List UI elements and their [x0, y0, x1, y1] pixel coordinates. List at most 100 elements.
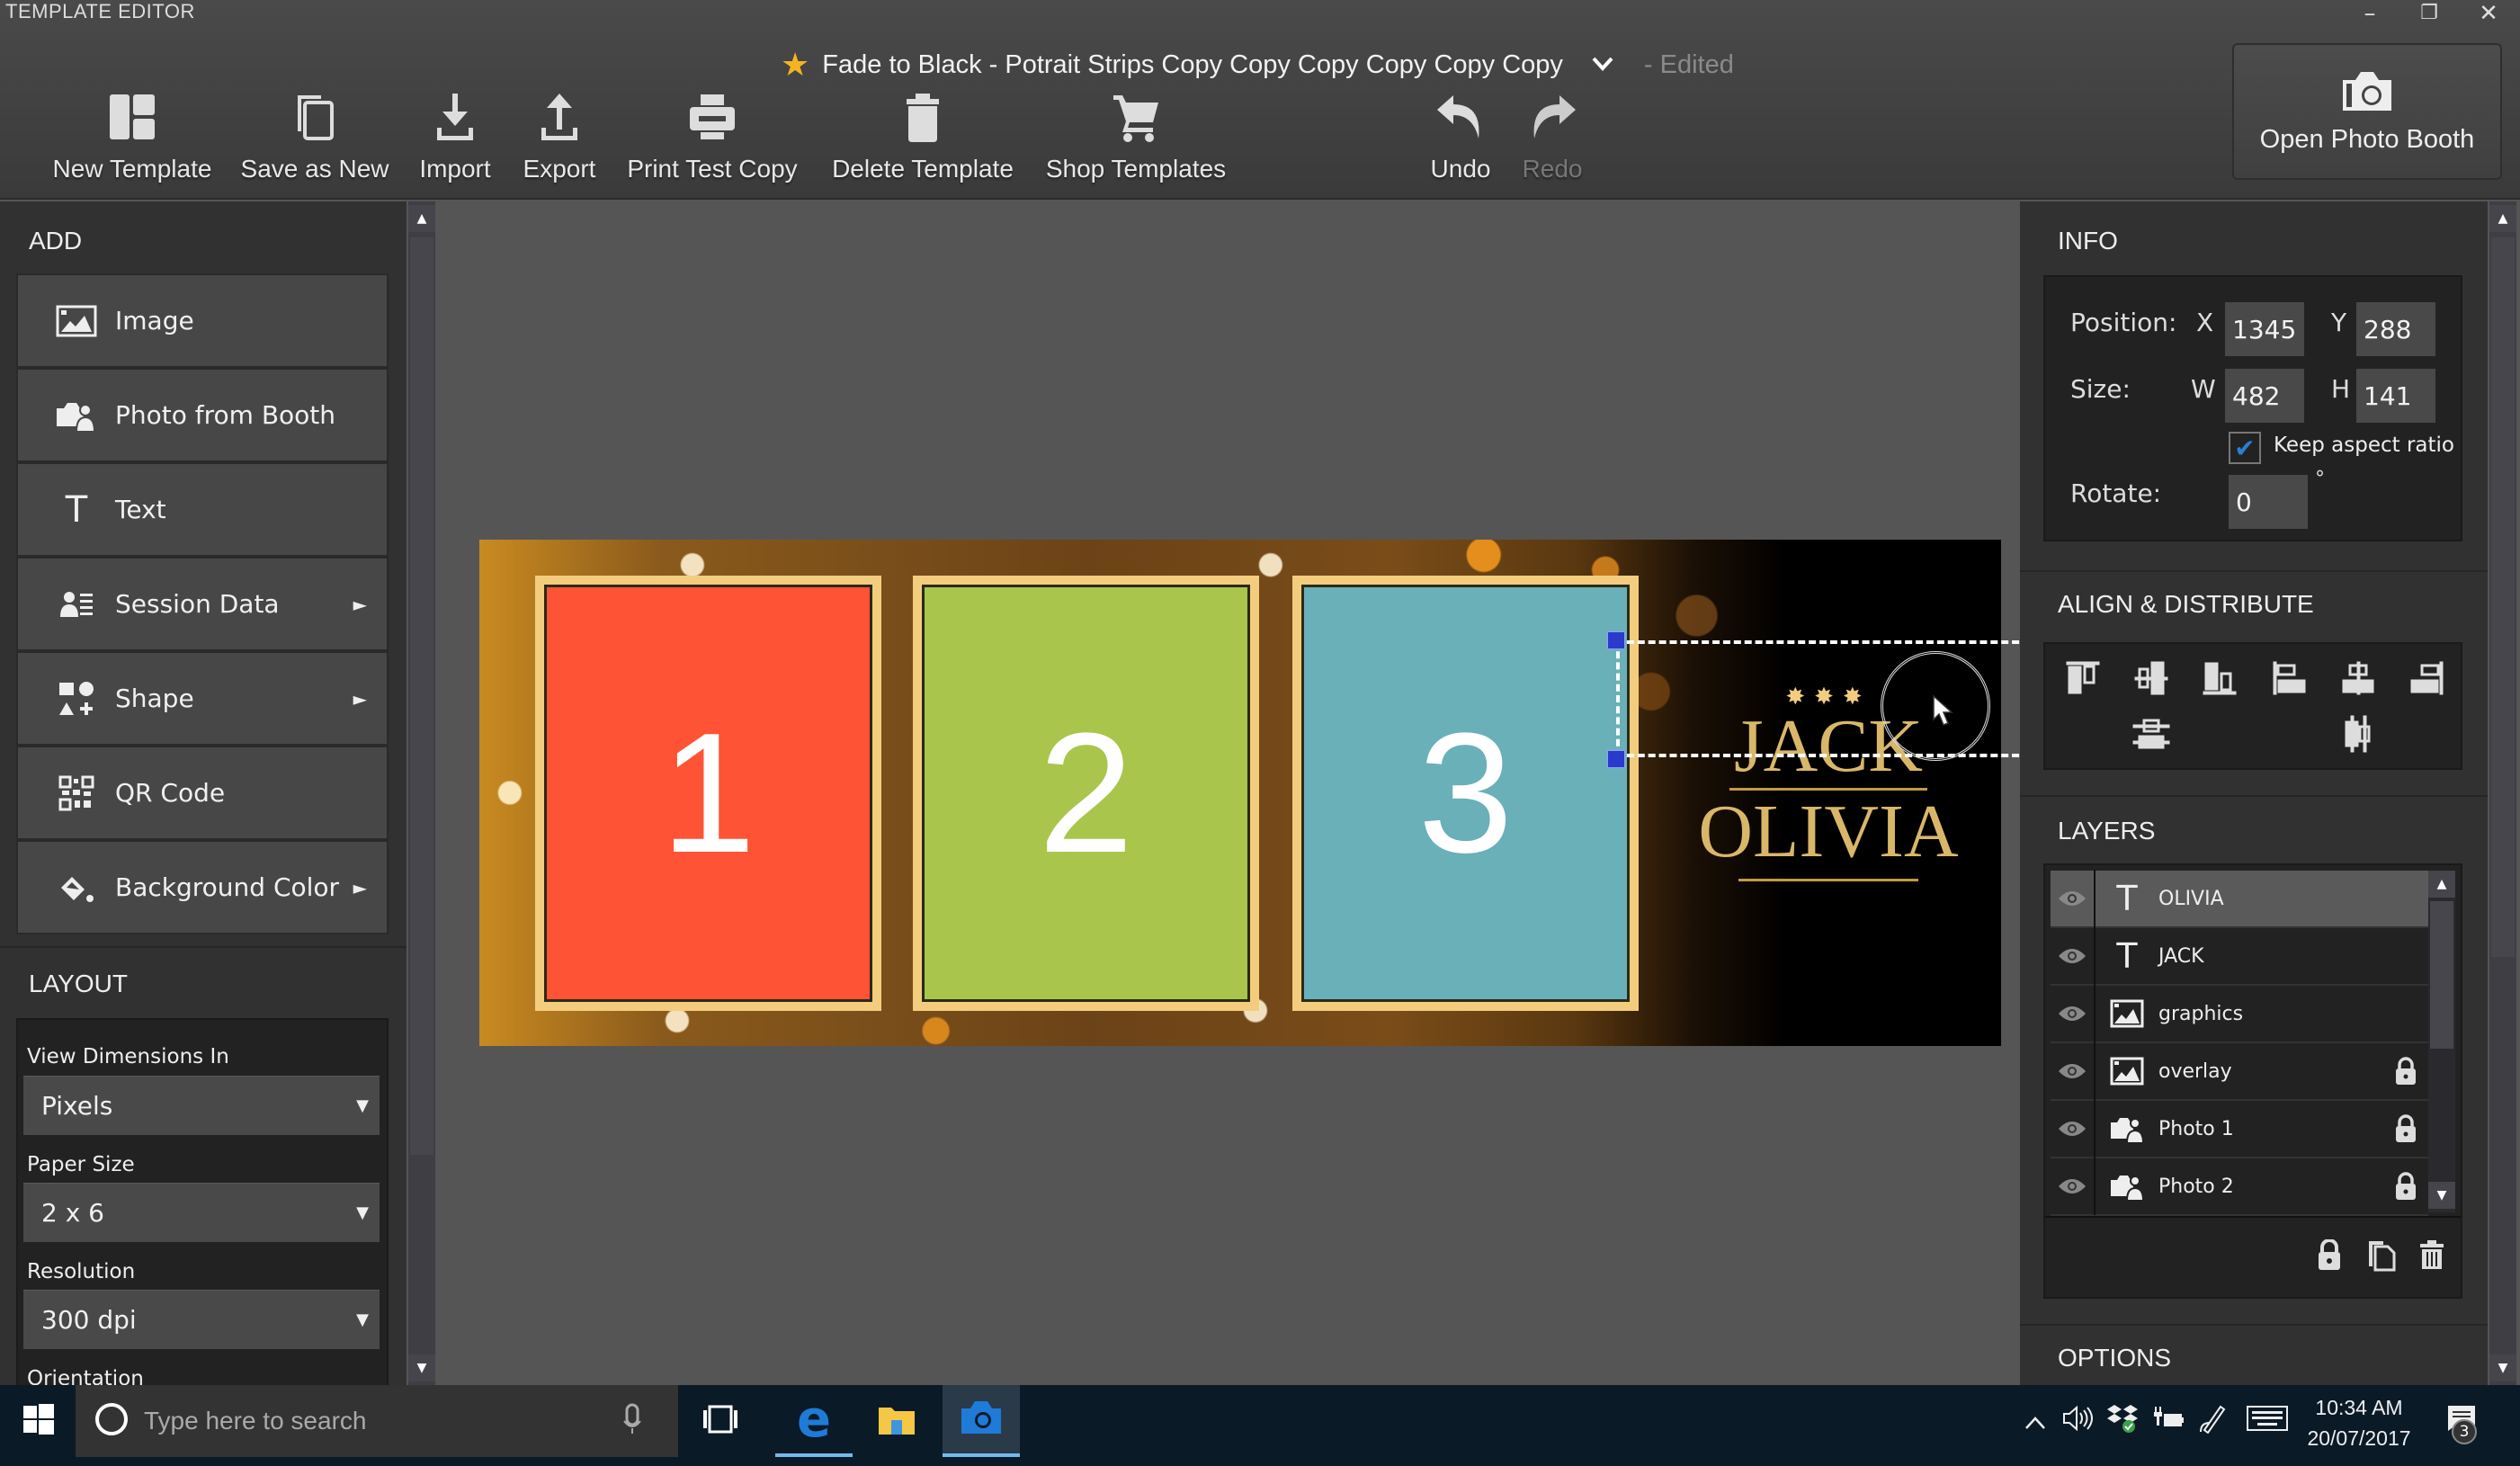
lock-layer-button[interactable] [2311, 1238, 2347, 1277]
save-as-new-button[interactable]: Save as New [236, 90, 394, 189]
edge-taskbar-button[interactable]: e [775, 1385, 853, 1457]
align-vertical-center-button[interactable] [2124, 655, 2178, 705]
scroll-down-button[interactable]: ▼ [2428, 1182, 2455, 1209]
layer-row[interactable]: Photo 2 [2051, 1158, 2428, 1216]
scroll-up-button[interactable]: ▲ [2489, 205, 2516, 232]
shop-templates-button[interactable]: Shop Templates [1041, 90, 1230, 189]
task-view-button[interactable] [682, 1385, 759, 1457]
photo-slot-3[interactable]: 3 [1292, 576, 1639, 1011]
add-shape-button[interactable]: Shape ► [16, 651, 389, 746]
microphone-icon[interactable] [622, 1403, 642, 1439]
add-image-button[interactable]: Image [16, 273, 389, 368]
visibility-eye-icon[interactable] [2051, 985, 2096, 1042]
chevron-down-icon: ▼ [356, 1310, 369, 1329]
minimize-button[interactable]: – [2347, 0, 2392, 27]
resize-handle-bottom-left[interactable] [1607, 750, 1625, 768]
print-test-copy-button[interactable]: Print Test Copy [622, 90, 802, 189]
layer-row[interactable]: Photo 1 [2051, 1100, 2428, 1158]
align-left-button[interactable] [2263, 655, 2317, 705]
taskbar-clock[interactable]: 10:34 AM 20/07/2017 [2301, 1392, 2417, 1453]
close-button[interactable]: ✕ [2466, 0, 2511, 27]
scroll-down-button[interactable]: ▼ [2489, 1354, 2516, 1381]
photo-slot-2[interactable]: 2 [913, 576, 1259, 1011]
distribute-vertical-button[interactable] [2124, 711, 2178, 761]
star-icon[interactable]: ★ [781, 46, 809, 84]
text-icon: T [2116, 879, 2138, 918]
template-strip[interactable]: 1 2 3 ✸✸✸ JACK OLIVIA [479, 540, 2001, 1046]
layer-row[interactable]: T OLIVIA [2051, 870, 2428, 928]
duplicate-layer-button[interactable] [2364, 1238, 2399, 1277]
lock-icon[interactable] [2383, 1114, 2428, 1143]
align-right-button[interactable] [2399, 655, 2453, 705]
open-photo-booth-button[interactable]: Open Photo Booth [2232, 43, 2502, 180]
scroll-thumb[interactable] [2491, 237, 2515, 957]
resize-handle-top-left[interactable] [1607, 631, 1625, 649]
align-bottom-button[interactable] [2193, 655, 2247, 705]
scroll-up-button[interactable]: ▲ [408, 205, 435, 232]
distribute-horizontal-button[interactable] [2331, 711, 2385, 761]
delete-layer-button[interactable] [2414, 1238, 2450, 1277]
import-button[interactable]: Import [410, 90, 500, 189]
lock-icon[interactable] [2383, 1057, 2428, 1086]
shop-templates-label: Shop Templates [1045, 155, 1227, 183]
volume-button[interactable] [2060, 1394, 2096, 1448]
search-placeholder: Type here to search [144, 1407, 367, 1435]
dropbox-button[interactable] [2104, 1394, 2140, 1448]
visibility-eye-icon[interactable] [2051, 1158, 2096, 1215]
layers-scrollbar[interactable]: ▲ ▼ [2428, 871, 2455, 1212]
image-icon [54, 303, 99, 339]
visibility-eye-icon[interactable] [2051, 1042, 2096, 1100]
paper-size-label: Paper Size [27, 1153, 135, 1176]
undo-button[interactable]: Undo [1416, 90, 1506, 189]
layer-row[interactable]: overlay [2051, 1042, 2428, 1101]
lock-icon[interactable] [2383, 1172, 2428, 1201]
restore-button[interactable]: ❐ [2407, 2, 2452, 24]
taskbar-search-box[interactable]: Type here to search [76, 1385, 678, 1457]
start-button[interactable] [0, 1385, 77, 1457]
text-layer-olivia[interactable]: OLIVIA [1693, 794, 1963, 870]
size-w-input[interactable]: 482 [2225, 369, 2304, 423]
design-canvas[interactable]: 1 2 3 ✸✸✸ JACK OLIVIA [437, 201, 2041, 1385]
scroll-thumb[interactable] [410, 237, 433, 1155]
new-template-button[interactable]: New Template [47, 90, 218, 189]
edge-icon: e [797, 1390, 831, 1449]
delete-template-label: Delete Template [832, 155, 1014, 183]
add-qr-code-button[interactable]: QR Code [16, 746, 389, 840]
redo-button[interactable]: Redo [1507, 90, 1597, 189]
left-panel-scrollbar[interactable]: ▲ ▼ [408, 201, 435, 1385]
view-dimensions-select[interactable]: Pixels ▼ [23, 1076, 380, 1135]
resolution-select[interactable]: 300 dpi ▼ [23, 1290, 380, 1349]
right-panel-scrollbar[interactable]: ▲ ▼ [2489, 201, 2516, 1385]
layer-row[interactable]: T JACK [2051, 927, 2428, 986]
pen-workspace-button[interactable] [2194, 1394, 2230, 1448]
position-x-input[interactable]: 1345 [2225, 302, 2304, 356]
layer-row[interactable]: graphics [2051, 985, 2428, 1043]
keep-aspect-checkbox[interactable]: ✔ [2229, 432, 2261, 464]
scroll-down-button[interactable]: ▼ [408, 1354, 435, 1381]
position-y-input[interactable]: 288 [2356, 302, 2435, 356]
visibility-eye-icon[interactable] [2051, 870, 2096, 927]
add-session-data-button[interactable]: Session Data ► [16, 557, 389, 651]
rotate-input[interactable]: 0 [2229, 475, 2308, 529]
align-top-button[interactable] [2056, 655, 2110, 705]
background-color-button[interactable]: Background Color ► [16, 840, 389, 934]
touch-keyboard-button[interactable] [2245, 1394, 2290, 1448]
chevron-down-icon[interactable] [1592, 52, 1613, 77]
photo-booth-taskbar-button[interactable] [943, 1385, 1020, 1457]
scroll-thumb[interactable] [2430, 901, 2453, 1049]
add-photo-from-booth-button[interactable]: Photo from Booth [16, 368, 389, 462]
photo-slot-1-placeholder: 1 [544, 585, 872, 1002]
scroll-up-button[interactable]: ▲ [2428, 871, 2455, 898]
visibility-eye-icon[interactable] [2051, 927, 2096, 985]
file-explorer-taskbar-button[interactable] [858, 1385, 935, 1457]
export-button[interactable]: Export [514, 90, 604, 189]
size-h-input[interactable]: 141 [2356, 369, 2435, 423]
align-horizontal-center-button[interactable] [2331, 655, 2385, 705]
power-button[interactable] [2149, 1394, 2185, 1448]
show-hidden-icons-button[interactable] [2020, 1394, 2051, 1448]
visibility-eye-icon[interactable] [2051, 1100, 2096, 1158]
delete-template-button[interactable]: Delete Template [824, 90, 1022, 189]
add-text-button[interactable]: T Text [16, 462, 389, 557]
paper-size-select[interactable]: 2 x 6 ▼ [23, 1183, 380, 1242]
photo-slot-1[interactable]: 1 [535, 576, 881, 1011]
